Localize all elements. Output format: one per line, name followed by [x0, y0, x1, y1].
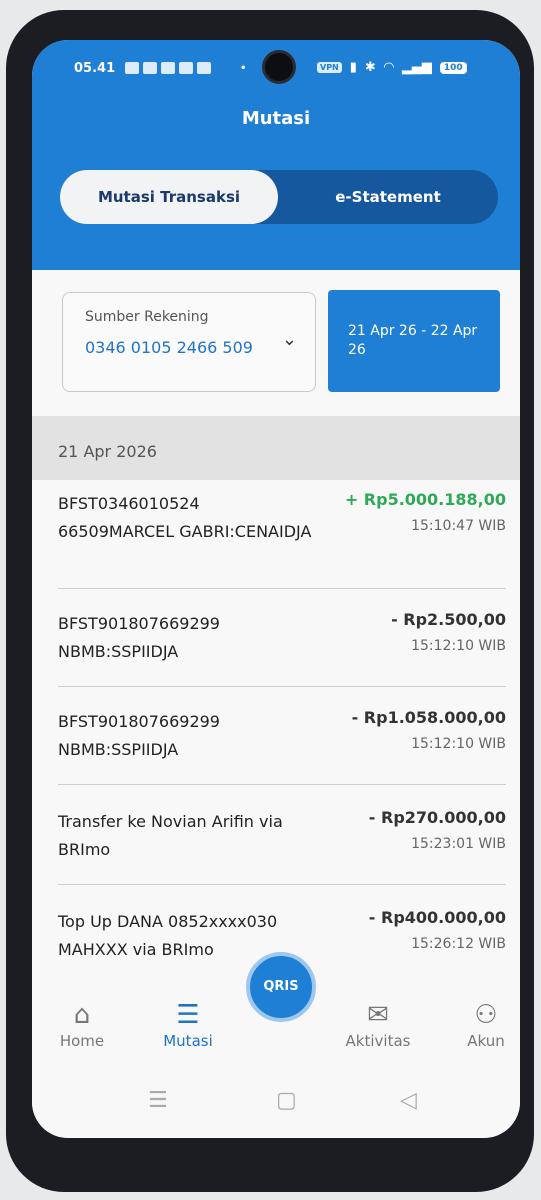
battery-icon: 100	[439, 61, 467, 74]
mail-icon: ✉	[367, 1000, 389, 1030]
bluetooth-icon: ✱	[364, 60, 376, 75]
transaction-description: BFST901807669299 NBMB:SSPIIDJA	[58, 614, 220, 661]
tab-switcher: Mutasi Transaksi e-Statement	[60, 170, 498, 224]
list-icon: ☰	[176, 1000, 200, 1030]
transaction-amount: + Rp5.000.188,00	[344, 490, 506, 509]
system-icons: VPN ▮ ✱ ◠ ▂▄▆ 100	[317, 60, 467, 75]
transaction-amount: - Rp270.000,00	[368, 808, 506, 827]
transaction-time: 15:12:10 WIB	[411, 736, 506, 752]
header-bar: 05.41 • VPN ▮ ✱ ◠ ▂▄▆ 100 Mutasi Mutasi …	[32, 40, 520, 270]
divider	[58, 884, 506, 885]
status-time: 05.41	[74, 61, 116, 76]
nav-label: Mutasi	[163, 1032, 213, 1050]
home-icon: ⌂	[73, 1000, 91, 1030]
vibrate-icon: ▮	[349, 60, 357, 75]
page-title: Mutasi	[241, 108, 311, 129]
date-range-button[interactable]: 21 Apr 26 - 22 Apr 26	[328, 290, 500, 392]
nav-label: Home	[59, 1032, 105, 1050]
nav-label: Akun	[467, 1032, 505, 1050]
account-source-dropdown[interactable]: Sumber Rekening 0346 0105 2466 509 ⌄	[62, 292, 316, 392]
notification-icons	[125, 62, 211, 74]
nav-akun[interactable]: ⚇ Akun	[446, 998, 520, 1050]
transaction-time: 15:12:10 WIB	[411, 638, 506, 654]
tab-e-statement[interactable]: e-Statement	[278, 170, 498, 224]
back-icon[interactable]: ◁	[400, 1088, 417, 1113]
nav-label: Aktivitas	[345, 1032, 411, 1050]
qris-button[interactable]: QRIS	[246, 952, 316, 1022]
camera-cutout	[262, 50, 296, 84]
tab-mutasi-transaksi[interactable]: Mutasi Transaksi	[60, 170, 278, 224]
transaction-time: 15:10:47 WIB	[411, 518, 506, 534]
transaction-amount: - Rp1.058.000,00	[351, 708, 506, 727]
account-number: 0346 0105 2466 509	[85, 338, 253, 357]
transaction-time: 15:26:12 WIB	[411, 936, 506, 952]
transaction-description: BFST901807669299 NBMB:SSPIIDJA	[58, 712, 220, 759]
date-group-header: 21 Apr 2026	[32, 416, 520, 480]
chevron-down-icon: ⌄	[281, 329, 297, 350]
home-square-icon[interactable]: ▢	[276, 1088, 297, 1113]
nav-mutasi[interactable]: ☰ Mutasi	[148, 998, 228, 1050]
system-navigation: ☰ ▢ ◁	[32, 1080, 520, 1120]
divider	[58, 784, 506, 785]
nav-aktivitas[interactable]: ✉ Aktivitas	[338, 998, 418, 1050]
main-content: Sumber Rekening 0346 0105 2466 509 ⌄ 21 …	[32, 270, 520, 980]
transaction-description: Transfer ke Novian Arifin via BRImo	[58, 812, 283, 859]
vpn-icon: VPN	[317, 62, 342, 73]
transaction-amount: - Rp400.000,00	[368, 908, 506, 927]
phone-frame: 05.41 • VPN ▮ ✱ ◠ ▂▄▆ 100 Mutasi Mutasi …	[6, 10, 534, 1192]
transaction-amount: - Rp2.500,00	[391, 610, 506, 629]
nav-home[interactable]: ⌂ Home	[42, 998, 122, 1050]
recent-apps-icon[interactable]: ☰	[148, 1088, 168, 1113]
user-icon: ⚇	[474, 1000, 498, 1030]
divider	[58, 686, 506, 687]
signal-icon: ▂▄▆	[401, 60, 432, 75]
transaction-time: 15:23:01 WIB	[411, 836, 506, 852]
wifi-icon: ◠	[383, 60, 394, 75]
source-label: Sumber Rekening	[85, 309, 209, 325]
dot-icon: •	[240, 63, 247, 74]
transaction-description: BFST0346010524 66509MARCEL GABRI:CENAIDJ…	[58, 494, 312, 541]
divider	[58, 588, 506, 589]
screen: 05.41 • VPN ▮ ✱ ◠ ▂▄▆ 100 Mutasi Mutasi …	[32, 40, 520, 1138]
